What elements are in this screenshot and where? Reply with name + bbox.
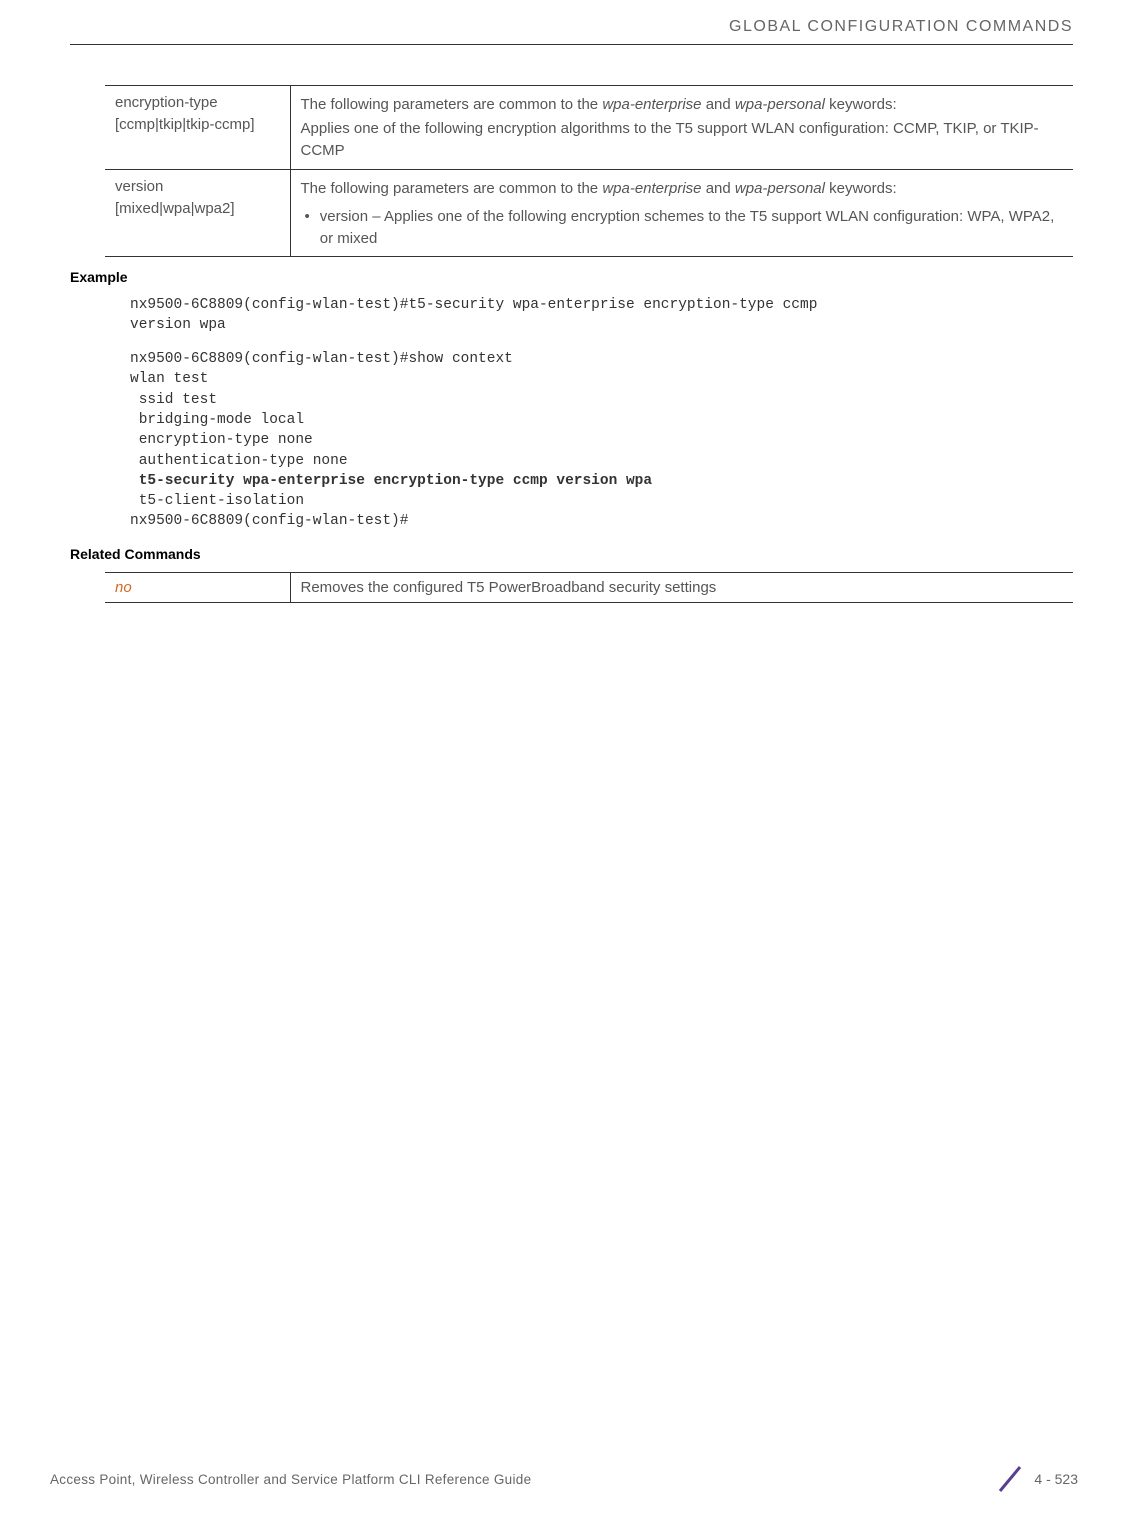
code-block: nx9500-6C8809(config-wlan-test)#t5-secur…: [130, 295, 1073, 336]
table-row: version [mixed|wpa|wpa2] The following p…: [105, 170, 1073, 256]
param-text-line2: [ccmp|tkip|tkip-ccmp]: [115, 116, 254, 133]
desc-text: and: [702, 180, 735, 197]
running-header: GLOBAL CONFIGURATION COMMANDS: [0, 0, 1128, 44]
related-command-cell: no: [105, 572, 290, 602]
desc-text: The following parameters are common to t…: [301, 180, 603, 197]
param-text-line1: encryption-type: [115, 94, 218, 111]
desc-body: Applies one of the following encryption …: [301, 118, 1064, 162]
bullet-text: version – Applies one of the following e…: [320, 206, 1063, 250]
page-number: 4 - 523: [1034, 1471, 1078, 1487]
desc-text: keywords:: [825, 96, 897, 113]
italic-term: wpa-personal: [735, 96, 825, 113]
param-name-cell: version [mixed|wpa|wpa2]: [105, 170, 290, 256]
param-text-line2: [mixed|wpa|wpa2]: [115, 200, 235, 217]
code-block: nx9500-6C8809(config-wlan-test)#show con…: [130, 349, 1073, 532]
code-bold: t5-security wpa-enterprise encryption-ty…: [139, 473, 652, 489]
table-row: no Removes the configured T5 PowerBroadb…: [105, 572, 1073, 602]
page-footer: Access Point, Wireless Controller and Se…: [0, 1463, 1128, 1495]
param-desc-cell: The following parameters are common to t…: [290, 86, 1073, 170]
footer-doc-title: Access Point, Wireless Controller and Se…: [50, 1472, 531, 1487]
code-text: nx9500-6C8809(config-wlan-test)#show con…: [130, 351, 513, 489]
related-commands-heading: Related Commands: [70, 546, 1073, 562]
param-text-line1: version: [115, 178, 163, 195]
related-commands-table: no Removes the configured T5 PowerBroadb…: [105, 572, 1073, 603]
page-slash-icon: [994, 1463, 1026, 1495]
table-row: encryption-type [ccmp|tkip|tkip-ccmp] Th…: [105, 86, 1073, 170]
code-text: t5-client-isolation nx9500-6C8809(config…: [130, 493, 408, 529]
main-content: encryption-type [ccmp|tkip|tkip-ccmp] Th…: [0, 45, 1128, 603]
desc-text: and: [702, 96, 735, 113]
italic-term: wpa-enterprise: [602, 96, 701, 113]
related-desc-cell: Removes the configured T5 PowerBroadband…: [290, 572, 1073, 602]
desc-text: keywords:: [825, 180, 897, 197]
desc-text: The following parameters are common to t…: [301, 96, 603, 113]
param-desc-cell: The following parameters are common to t…: [290, 170, 1073, 256]
param-name-cell: encryption-type [ccmp|tkip|tkip-ccmp]: [105, 86, 290, 170]
italic-term: wpa-enterprise: [602, 180, 701, 197]
example-heading: Example: [70, 269, 1073, 285]
bullet-icon: •: [305, 206, 310, 228]
parameters-table: encryption-type [ccmp|tkip|tkip-ccmp] Th…: [105, 85, 1073, 257]
italic-term: wpa-personal: [735, 180, 825, 197]
